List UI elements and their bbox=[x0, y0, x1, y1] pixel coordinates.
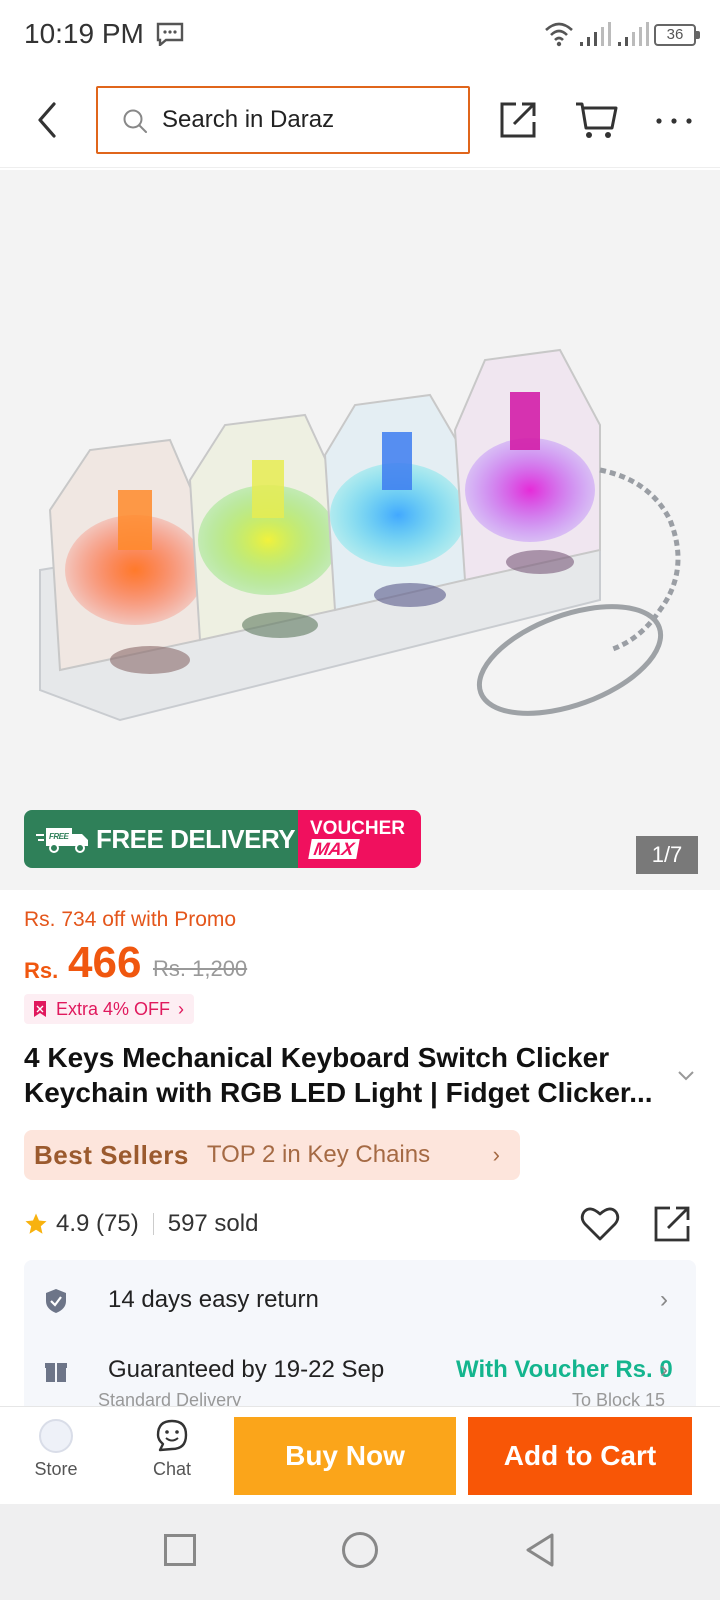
services-panel: 14 days easy return › Guaranteed by 19-2… bbox=[24, 1260, 696, 1410]
top-navigation-bar: Search in Daraz bbox=[0, 72, 720, 168]
best-sellers-logo: Best Sellers bbox=[34, 1139, 189, 1170]
status-time: 10:19 PM bbox=[24, 18, 144, 49]
wifi-icon bbox=[545, 22, 573, 47]
bottom-action-bar: Store Chat Buy Now Add to Cart bbox=[0, 1406, 720, 1504]
message-notification-icon bbox=[156, 22, 184, 46]
back-triangle-icon[interactable] bbox=[524, 1532, 556, 1568]
signal-icon bbox=[580, 22, 611, 46]
recent-apps-icon[interactable] bbox=[164, 1534, 196, 1566]
star-icon bbox=[25, 1213, 47, 1234]
system-navigation-bar bbox=[0, 1504, 720, 1600]
best-sellers-rank: TOP 2 in Key Chains bbox=[206, 1141, 431, 1168]
home-icon[interactable] bbox=[342, 1532, 378, 1568]
original-price: Rs. 1,200 bbox=[153, 956, 248, 981]
status-bar: 10:19 PM 36 bbox=[0, 0, 720, 72]
delivery-guarantee-row[interactable]: Guaranteed by 19-22 Sep With Voucher Rs.… bbox=[44, 1354, 676, 1394]
search-input[interactable]: Search in Daraz bbox=[96, 86, 470, 154]
promo-text[interactable]: Rs. 734 off with Promo bbox=[24, 908, 236, 932]
rating-row[interactable]: 4.9 (75) 597 sold bbox=[24, 1210, 258, 1238]
product-title: 4 Keys Mechanical Keyboard Switch Clicke… bbox=[24, 1042, 653, 1108]
voucher-max-badge: VOUCHER MAX bbox=[298, 810, 421, 868]
signal-icon-2 bbox=[618, 22, 649, 46]
store-label: Store bbox=[34, 1459, 78, 1479]
more-options-icon[interactable] bbox=[654, 116, 694, 126]
product-image bbox=[39, 348, 681, 722]
back-arrow-icon[interactable] bbox=[30, 100, 64, 140]
store-logo-icon bbox=[39, 1419, 73, 1453]
current-price: 466 bbox=[68, 938, 142, 987]
easy-return-label: 14 days easy return bbox=[108, 1286, 319, 1313]
best-sellers-banner[interactable]: Best Sellers TOP 2 in Key Chains › bbox=[24, 1130, 520, 1180]
extra-off-label: Extra 4% OFF bbox=[56, 998, 171, 1019]
max-label: MAX bbox=[308, 839, 360, 859]
chevron-right-icon: › bbox=[178, 998, 185, 1019]
chevron-right-icon: › bbox=[660, 1286, 668, 1313]
image-page-indicator: 1/7 bbox=[636, 836, 698, 874]
delivery-truck-icon: FREE bbox=[36, 828, 88, 853]
buy-now-button[interactable]: Buy Now bbox=[234, 1417, 456, 1495]
free-delivery-label: FREE DELIVERY bbox=[96, 823, 296, 854]
voucher-label: VOUCHER bbox=[310, 818, 406, 839]
guarantee-label: Guaranteed by 19-22 Sep bbox=[108, 1356, 385, 1383]
currency-label: Rs. bbox=[24, 958, 59, 983]
share-icon[interactable] bbox=[652, 1204, 692, 1244]
free-delivery-voucher-badge: FREE FREE DELIVERY VOUCHER MAX bbox=[24, 810, 421, 868]
wishlist-heart-icon[interactable] bbox=[580, 1206, 620, 1242]
search-icon bbox=[123, 109, 147, 133]
coupon-icon bbox=[34, 1001, 46, 1017]
product-image-carousel[interactable]: FREE FREE DELIVERY VOUCHER MAX 1/7 bbox=[0, 170, 720, 890]
cart-icon[interactable] bbox=[574, 100, 618, 140]
truck-free-label: FREE bbox=[49, 832, 70, 841]
battery-indicator: 36 bbox=[654, 24, 700, 46]
package-icon bbox=[45, 1363, 67, 1382]
sold-count: 597 sold bbox=[167, 1210, 259, 1237]
easy-return-row[interactable]: 14 days easy return › bbox=[44, 1282, 676, 1322]
search-placeholder: Search in Daraz bbox=[162, 106, 335, 133]
rating-value: 4.9 (75) bbox=[56, 1210, 139, 1237]
share-icon[interactable] bbox=[498, 100, 538, 140]
chat-button[interactable]: Chat bbox=[136, 1419, 208, 1491]
chevron-down-icon[interactable] bbox=[676, 1068, 696, 1082]
shield-check-icon bbox=[46, 1289, 66, 1313]
chat-icon bbox=[156, 1419, 188, 1452]
voucher-label: With Voucher Rs. 0 bbox=[456, 1356, 673, 1383]
extra-off-tag[interactable]: Extra 4% OFF › bbox=[24, 994, 195, 1024]
free-delivery-badge: FREE FREE DELIVERY bbox=[24, 810, 298, 868]
chat-label: Chat bbox=[152, 1459, 192, 1479]
add-to-cart-button[interactable]: Add to Cart bbox=[468, 1417, 692, 1495]
chevron-right-icon: › bbox=[660, 1356, 668, 1383]
divider bbox=[152, 1213, 154, 1235]
store-button[interactable]: Store bbox=[20, 1419, 92, 1491]
chevron-right-icon: › bbox=[492, 1142, 500, 1167]
